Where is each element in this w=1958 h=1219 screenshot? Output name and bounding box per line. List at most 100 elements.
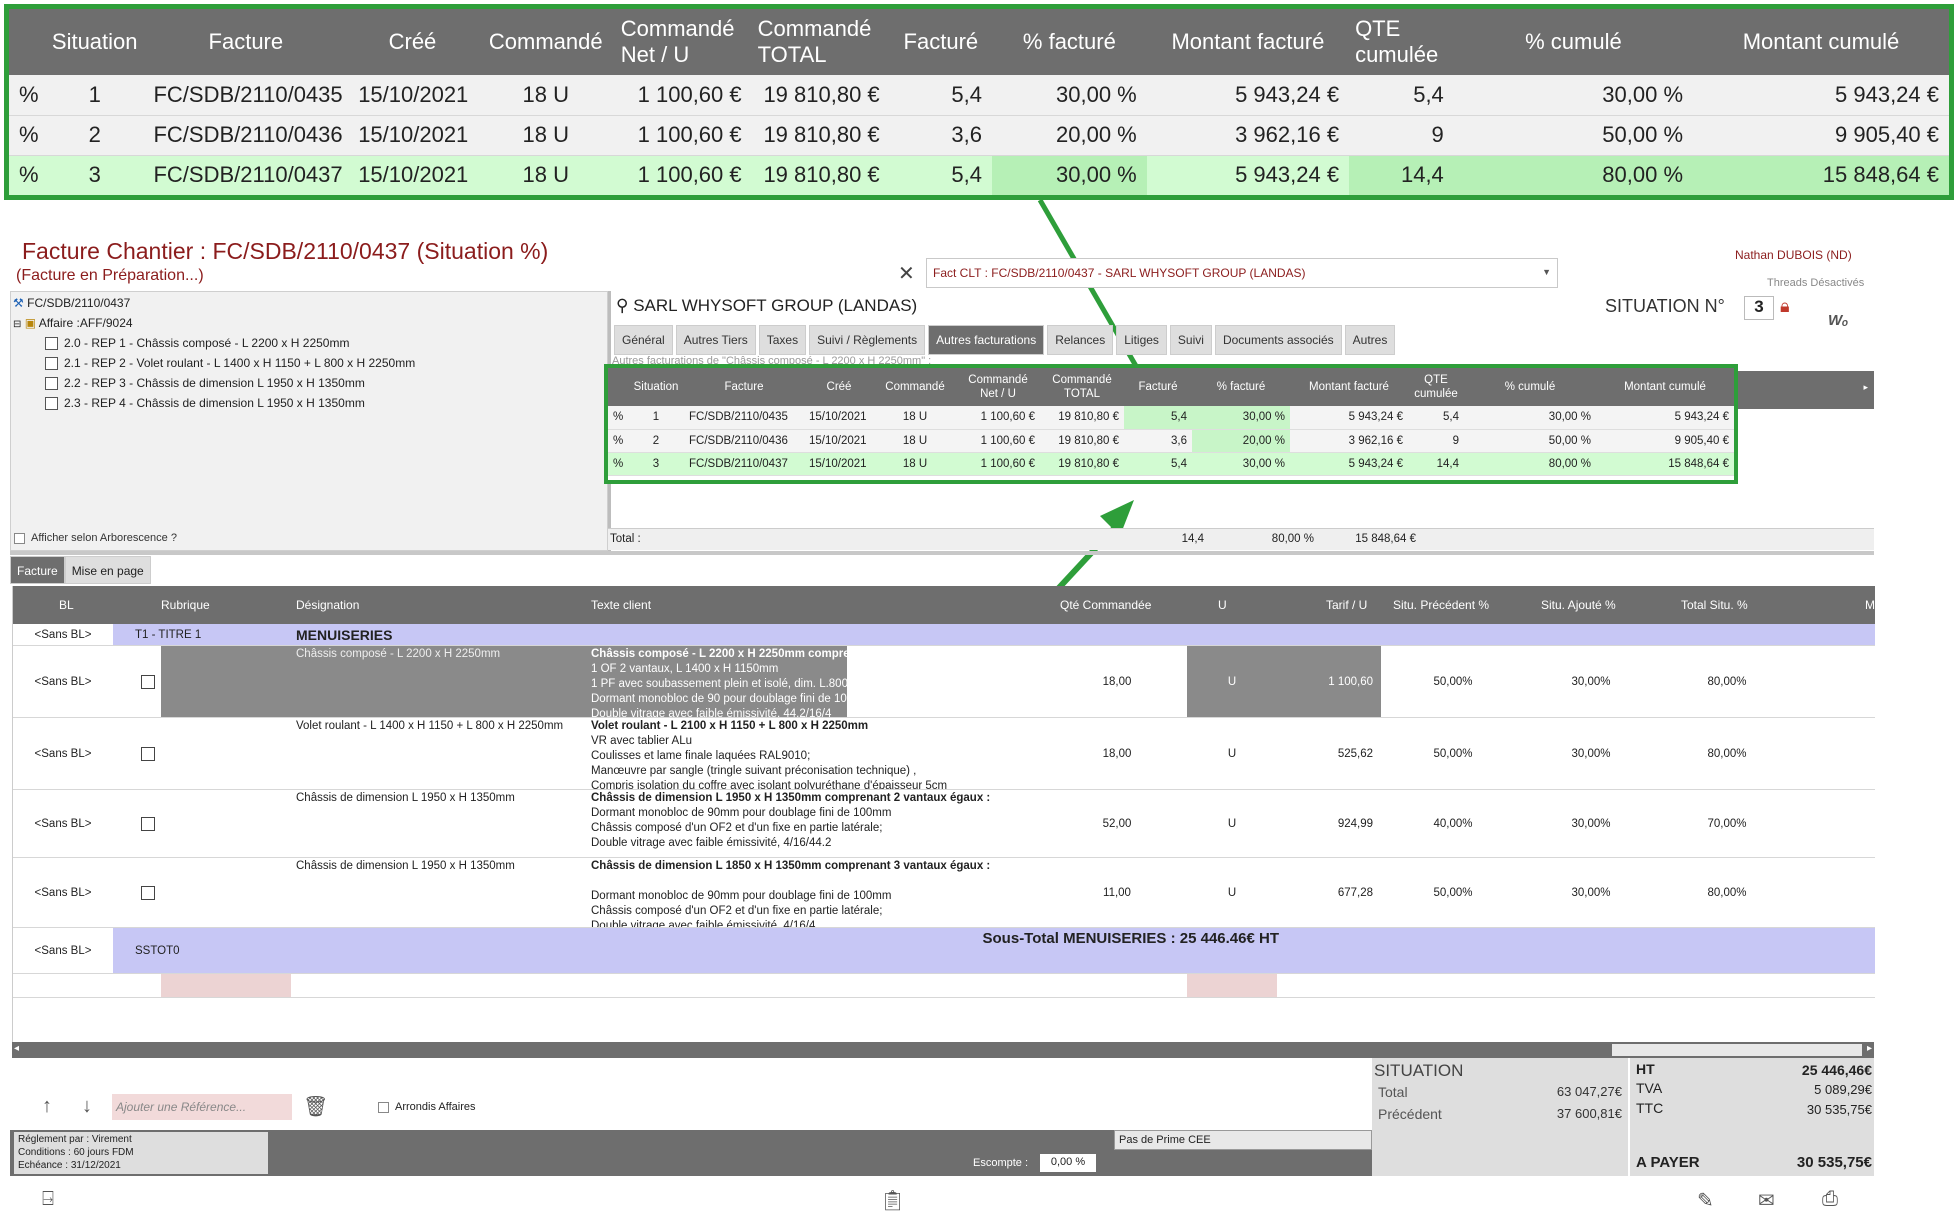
inner-header-facture[interactable]: Facture (684, 368, 804, 406)
tab-documents-associes[interactable]: Documents associés (1214, 325, 1342, 355)
chevron-right-icon[interactable]: ▸ (1863, 382, 1868, 392)
ajout-cell[interactable]: 30,00% (1551, 718, 1631, 789)
col-total-situ[interactable]: Total Situ. % (1681, 598, 1748, 612)
grid-subtotal-row[interactable]: <Sans BL> SSTOT0 Sous-Total MENUISERIES … (13, 928, 1875, 974)
inner-header-situation[interactable]: Situation (628, 368, 684, 406)
inner-header-pct-cumule[interactable]: % cumulé (1464, 368, 1596, 406)
col-texte-client[interactable]: Texte client (591, 598, 651, 612)
grid-empty-row[interactable] (13, 974, 1875, 998)
collapse-icon[interactable]: ⊟ (13, 319, 21, 330)
col-unite[interactable]: U (1218, 598, 1227, 612)
ajout-cell[interactable]: 30,00% (1551, 858, 1631, 927)
inner-header-total[interactable]: Commandé TOTAL (1040, 368, 1124, 406)
checkbox-box[interactable] (141, 816, 155, 831)
inner-header-commande[interactable]: Commandé (874, 368, 956, 406)
inner-header-montant-facture[interactable]: Montant facturé (1290, 368, 1408, 406)
item-checkbox[interactable] (45, 337, 58, 351)
tab-autres-tiers[interactable]: Autres Tiers (675, 325, 756, 355)
checkbox-box[interactable] (141, 885, 155, 900)
grid-row[interactable]: <Sans BL> Châssis de dimension L 1950 x … (13, 858, 1875, 928)
grid-row[interactable]: <Sans BL> Châssis composé - L 2200 x H 2… (13, 646, 1875, 718)
tab-suivi-reglements[interactable]: Suivi / Règlements (809, 325, 926, 355)
tab-autres[interactable]: Autres (1344, 325, 1396, 355)
scrollbar-thumb[interactable] (1612, 1044, 1862, 1056)
lock-icon[interactable]: 🔒︎ (1780, 296, 1790, 317)
inner-row[interactable]: % 1 FC/SDB/2110/0435 15/10/2021 18 U 1 1… (608, 406, 1734, 430)
row-checkbox[interactable] (141, 858, 157, 927)
tree-item[interactable]: 2.1 - REP 2 - Volet roulant - L 1400 x H… (45, 356, 415, 371)
close-icon[interactable]: ✕ (898, 261, 915, 286)
ajout-cell[interactable]: 30,00% (1551, 646, 1631, 717)
tab-mise-en-page[interactable]: Mise en page (64, 556, 151, 584)
checkbox-box[interactable] (141, 674, 155, 689)
tab-facture[interactable]: Facture (10, 556, 65, 584)
chevron-down-icon[interactable]: ▼ (1542, 267, 1551, 277)
tree-root[interactable]: ⚒ FC/SDB/2110/0437 (13, 296, 130, 310)
col-qte-commandee[interactable]: Qté Commandée (1060, 598, 1151, 612)
tree-item[interactable]: 2.3 - REP 4 - Châssis de dimension L 195… (45, 396, 365, 411)
col-situ-precedent[interactable]: Situ. Précédent % (1393, 598, 1489, 612)
arrondis-toggle[interactable]: Arrondis Affaires (378, 1101, 476, 1113)
facture-select[interactable]: Fact CLT : FC/SDB/2110/0437 - SARL WHYSO… (926, 258, 1558, 288)
horizontal-splitter[interactable] (10, 551, 1874, 555)
row-checkbox[interactable] (141, 646, 157, 717)
tab-general[interactable]: Général (614, 325, 673, 355)
tab-taxes[interactable]: Taxes (758, 325, 807, 355)
col-rubrique[interactable]: Rubrique (161, 598, 210, 612)
search-icon[interactable]: ⚲ (616, 296, 628, 315)
qte-cell[interactable]: 18,00 (1047, 646, 1187, 717)
item-checkbox[interactable] (45, 397, 58, 411)
arborescence-toggle[interactable]: Afficher selon Arborescence ? (14, 532, 177, 544)
col-more[interactable]: M (1865, 598, 1875, 612)
grid-title-row[interactable]: <Sans BL> T1 - TITRE 1 MENUISERIES (13, 624, 1875, 646)
qte-cell[interactable]: 18,00 (1047, 718, 1187, 789)
inner-header-net-u[interactable]: Commandé Net / U (956, 368, 1040, 406)
prime-cee-field[interactable]: Pas de Prime CEE (1114, 1130, 1372, 1150)
horizontal-scrollbar[interactable]: ◂ ▸ (12, 1042, 1874, 1058)
add-reference-input[interactable]: Ajouter une Référence... (112, 1094, 292, 1120)
grid-row[interactable]: <Sans BL> Châssis de dimension L 1950 x … (13, 790, 1875, 858)
mail-icon[interactable]: ✉ (1758, 1188, 1775, 1213)
scroll-left-icon[interactable]: ◂ (14, 1043, 19, 1054)
user-name[interactable]: Nathan DUBOIS (ND) (1735, 248, 1852, 262)
tab-autres-facturations[interactable]: Autres facturations (928, 325, 1045, 355)
inner-header-montant-cumule[interactable]: Montant cumulé (1596, 368, 1734, 406)
clipboard-icon[interactable]: 📋︎ (880, 1188, 905, 1213)
col-bl[interactable]: BL (59, 598, 74, 612)
inner-header-facture-qty[interactable]: Facturé (1124, 368, 1192, 406)
escompte-input[interactable]: 0,00 % (1040, 1154, 1096, 1172)
inner-row[interactable]: % 2 FC/SDB/2110/0436 15/10/2021 18 U 1 1… (608, 429, 1734, 453)
inner-row-selected[interactable]: % 3 FC/SDB/2110/0437 15/10/2021 18 U 1 1… (608, 452, 1734, 476)
unite-input[interactable] (1187, 974, 1277, 997)
qte-cell[interactable]: 52,00 (1047, 790, 1187, 857)
trash-icon[interactable]: 🗑︎ (303, 1094, 328, 1119)
tree-item[interactable]: 2.2 - REP 3 - Châssis de dimension L 195… (45, 376, 365, 391)
row-checkbox[interactable] (141, 790, 157, 857)
inner-header-pct-facture[interactable]: % facturé (1192, 368, 1290, 406)
col-tarif-u[interactable]: Tarif / U (1326, 598, 1367, 612)
arrondis-checkbox[interactable] (378, 1101, 389, 1113)
row-checkbox[interactable] (141, 718, 157, 789)
tab-suivi[interactable]: Suivi (1169, 325, 1212, 355)
col-designation[interactable]: Désignation (296, 598, 359, 612)
scroll-right-icon[interactable]: ▸ (1867, 1043, 1872, 1054)
col-situ-ajoute[interactable]: Situ. Ajouté % (1541, 598, 1616, 612)
inner-header-qte-cumulee[interactable]: QTE cumulée (1408, 368, 1464, 406)
ajout-cell[interactable]: 30,00% (1551, 790, 1631, 857)
arrow-up-icon[interactable]: ↑ (42, 1095, 52, 1118)
item-checkbox[interactable] (45, 357, 58, 371)
situation-number[interactable]: 3 (1744, 296, 1774, 320)
printer-icon[interactable]: ⎙ (1822, 1188, 1838, 1211)
tab-relances[interactable]: Relances (1047, 325, 1114, 355)
pen-icon[interactable]: ✎ (1697, 1188, 1714, 1213)
arrow-down-icon[interactable]: ↓ (82, 1095, 92, 1118)
exit-icon[interactable]: ⍈ (42, 1188, 54, 1211)
tree-item[interactable]: 2.0 - REP 1 - Châssis composé - L 2200 x… (45, 336, 349, 351)
tab-litiges[interactable]: Litiges (1116, 325, 1167, 355)
arborescence-checkbox[interactable] (14, 532, 25, 544)
inner-header-cree[interactable]: Créé (804, 368, 874, 406)
checkbox-box[interactable] (141, 746, 155, 761)
grid-row[interactable]: <Sans BL> Volet roulant - L 1400 x H 115… (13, 718, 1875, 790)
tree-affaire[interactable]: ⊟ ▣ Affaire :AFF/9024 (13, 316, 133, 330)
item-checkbox[interactable] (45, 377, 58, 391)
